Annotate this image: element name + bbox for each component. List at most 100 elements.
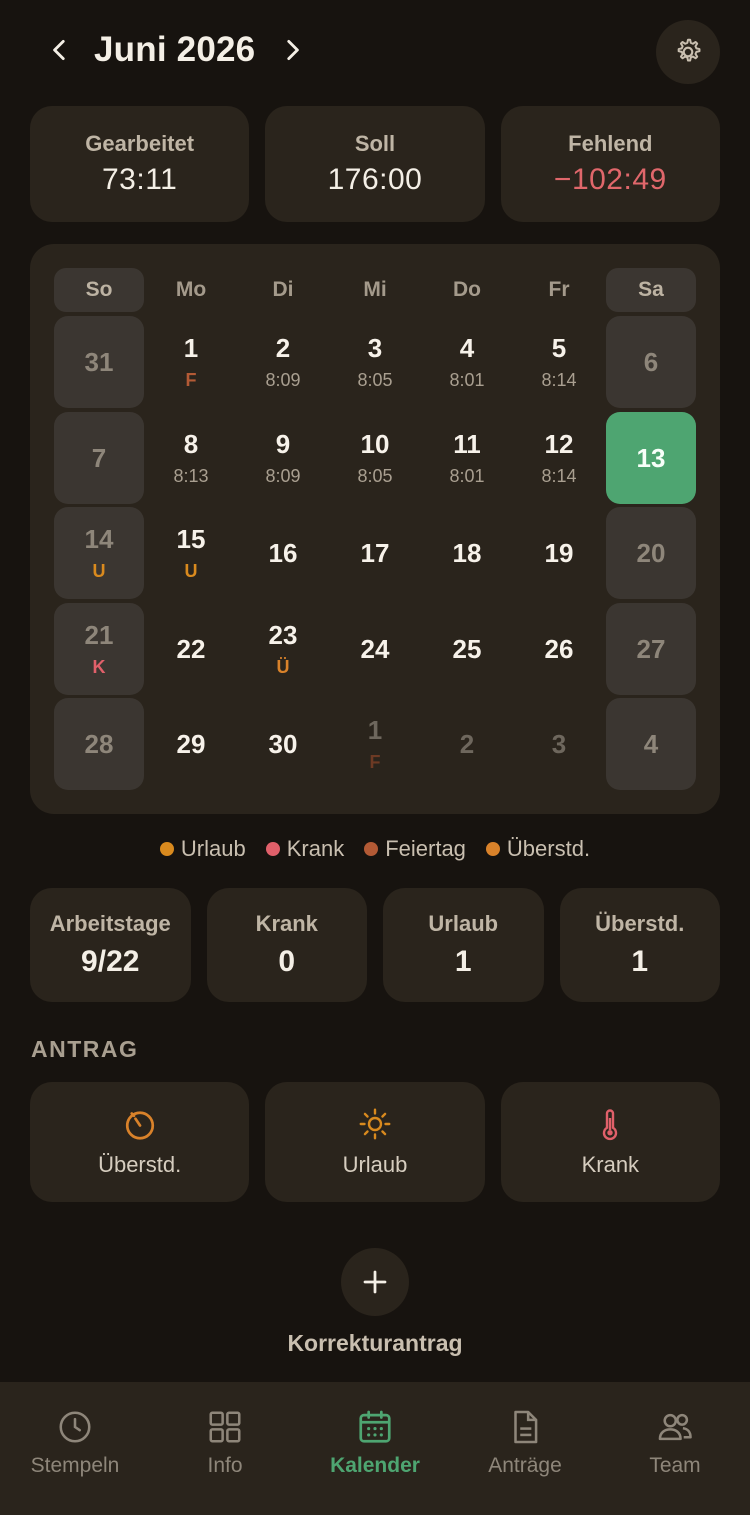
calendar-day[interactable]: 5 8:14 [514,316,604,408]
calendar-day[interactable]: 18 [422,507,512,599]
calendar-day[interactable]: 16 [238,507,328,599]
day-number: 31 [84,347,114,377]
calendar-day[interactable]: 4 8:01 [422,316,512,408]
vacation-request-button[interactable]: Urlaub [265,1082,485,1202]
correction-request: Korrekturantrag [0,1248,750,1357]
stats-cards: Arbeitstage 9/22 Krank 0 Urlaub 1 Überst… [30,888,720,1002]
overtime-request-button[interactable]: Überstd. [30,1082,250,1202]
calendar-day[interactable]: 23 Ü [238,603,328,695]
summary-cards: Gearbeitet 73:11 Soll 176:00 Fehlend −10… [30,106,720,222]
nav-kalender-label: Kalender [330,1454,420,1477]
sick-card: Krank 0 [206,888,367,1002]
workdays-label: Arbeitstage [49,911,171,936]
day-number: 1 [183,333,199,363]
clock-icon [59,1411,91,1443]
calendar-day[interactable]: 15 U [146,507,236,599]
calendar-day[interactable]: 17 [330,507,420,599]
calendar-day[interactable]: 2 [422,698,512,790]
day-number: 2 [275,333,291,363]
calendar-day[interactable]: 1F [146,316,236,408]
weekday-header: So Mo Di Mi Do Fr Sa [54,268,696,312]
calendar-day[interactable]: 8 8:13 [146,412,236,504]
day-number: 9 [275,428,291,459]
day-number: 30 [268,729,298,759]
calendar-day[interactable]: 11 8:01 [422,412,512,504]
calendar-day[interactable]: 7 [54,411,144,504]
grid-icon [209,1411,241,1443]
calendar-day[interactable]: 28 [54,698,144,790]
calendar-day[interactable]: 9 8:09 [238,412,328,504]
nav-stempeln[interactable]: Stempeln [0,1408,150,1478]
calendar-day[interactable]: 26 [514,603,604,695]
day-number: 25 [452,633,482,664]
calendar-day[interactable]: 29 [146,698,236,790]
next-month-button[interactable] [272,28,312,72]
calendar-icon [359,1410,391,1443]
calendar-day[interactable]: 14 U [54,507,144,599]
calendar-screen: Juni 2026 Gearbeitet 73:11 Soll 176:00 F… [0,0,750,1515]
calendar-day[interactable]: 10 8:05 [330,412,420,504]
vacation-label: Urlaub [428,911,499,936]
weekday-label: Di [272,278,294,301]
day-hours: 8:09 [265,465,301,486]
calendar-day[interactable]: 21 K [54,602,144,695]
weekday-label: Fr [548,278,570,301]
calendar-day[interactable]: 27 [606,602,696,695]
overtime-card: Überstd. 1 [559,888,720,1002]
overtime-request-label: Überstd. [98,1152,182,1177]
calendar-day-today[interactable]: 13 [606,411,696,504]
calendar-day[interactable]: 30 [238,698,328,790]
overtime-value: 1 [631,945,649,978]
day-number: 17 [360,538,390,568]
calendar-day[interactable]: 25 [422,603,512,695]
sick-request-button[interactable]: Krank [500,1082,720,1202]
calendar-day[interactable]: 19 [514,507,604,599]
calendar-day[interactable]: 31 [54,316,144,408]
day-hours: 8:09 [265,370,301,390]
sun-icon [359,1108,391,1140]
correction-request-button[interactable] [341,1248,409,1316]
document-icon [514,1410,538,1444]
previous-month-button[interactable] [40,28,80,72]
day-hours: 8:14 [541,370,577,390]
worked-value: 73:11 [101,163,178,196]
calendar-day[interactable]: 2 8:09 [238,316,328,408]
day-hours: 8:14 [541,465,577,486]
header: Juni 2026 [30,18,720,84]
nav-team[interactable]: Team [600,1408,750,1478]
calendar-day[interactable]: 12 8:14 [514,412,604,504]
month-calendar: So Mo Di Mi Do Fr Sa 31 1 F 2 8:09 3 8:05 4 8:01 5 8:14 6… [30,244,720,814]
weekday-label: Sa [606,268,696,312]
calendar-day[interactable]: 24 [330,603,420,695]
nav-antraege-label: Anträge [488,1454,562,1477]
legend-item: Feiertag [364,836,466,862]
request-section-heading: ANTRAG [31,1036,139,1062]
day-number: 6 [643,347,659,377]
nav-info[interactable]: Info [150,1408,300,1478]
calendar-day[interactable]: 1F [330,698,420,790]
nav-antraege[interactable]: Anträge [450,1408,600,1478]
calendar-day[interactable]: 4 [606,698,696,790]
chevron-right-icon [287,39,299,61]
legend-item: Krank [265,836,344,862]
calendar-day[interactable]: 3 8:05 [330,316,420,408]
day-number: 13 [636,442,666,473]
calendar-day[interactable]: 3 [514,698,604,790]
calendar-day[interactable]: 22 [146,603,236,695]
vacation-request-label: Urlaub [342,1152,408,1177]
missing-value: −102:49 [553,163,667,196]
vacation-value: 1 [454,945,472,978]
day-number: 8 [183,428,199,459]
weekday-label: So [54,268,144,312]
nav-kalender[interactable]: Kalender [300,1408,450,1478]
day-hours: 8:01 [449,465,485,486]
calendar-grid: 31 1 F 2 8:09 3 8:05 4 8:01 5 8:14 6 7 8 8:13 9 8:09 10 8:… [54,316,696,794]
calendar-day[interactable]: 20 [606,507,696,599]
calendar-week: 31 1 F 2 8:09 3 8:05 4 8:01 5 8:14 6 [54,316,696,408]
gear-icon [677,38,701,62]
calendar-day[interactable]: 6 [606,316,696,408]
day-number: 29 [176,729,206,759]
day-marker: U [184,561,198,581]
settings-button[interactable] [656,20,720,84]
day-number: 1 [367,715,383,745]
